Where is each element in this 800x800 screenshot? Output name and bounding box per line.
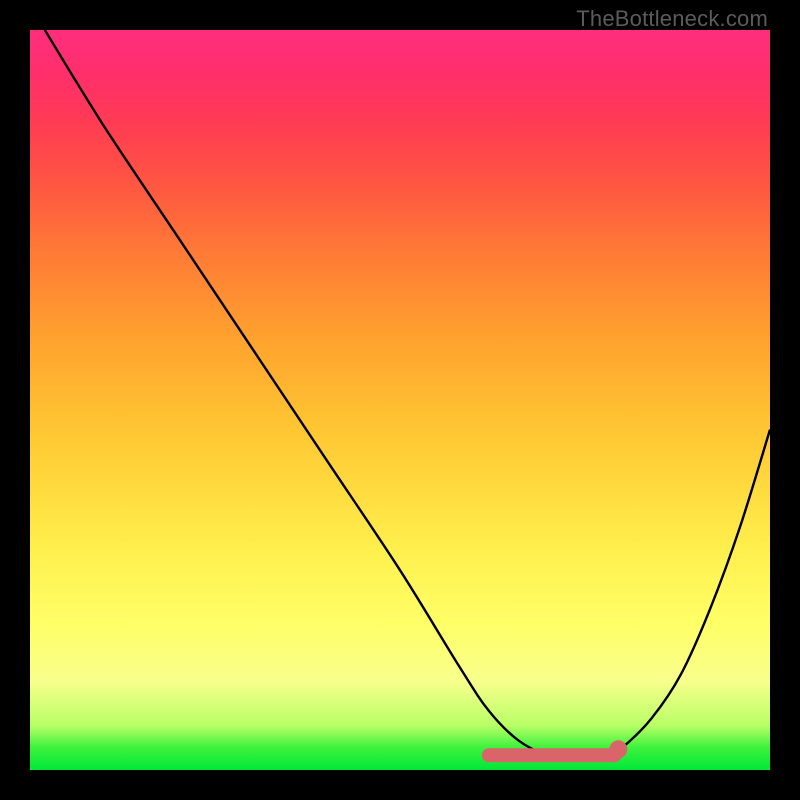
bottleneck-curve-svg <box>30 30 770 770</box>
chart-frame: TheBottleneck.com <box>0 0 800 800</box>
bottleneck-curve <box>45 30 770 759</box>
trough-marker-dot <box>609 740 627 758</box>
watermark-text: TheBottleneck.com <box>576 6 768 32</box>
plot-area <box>30 30 770 770</box>
